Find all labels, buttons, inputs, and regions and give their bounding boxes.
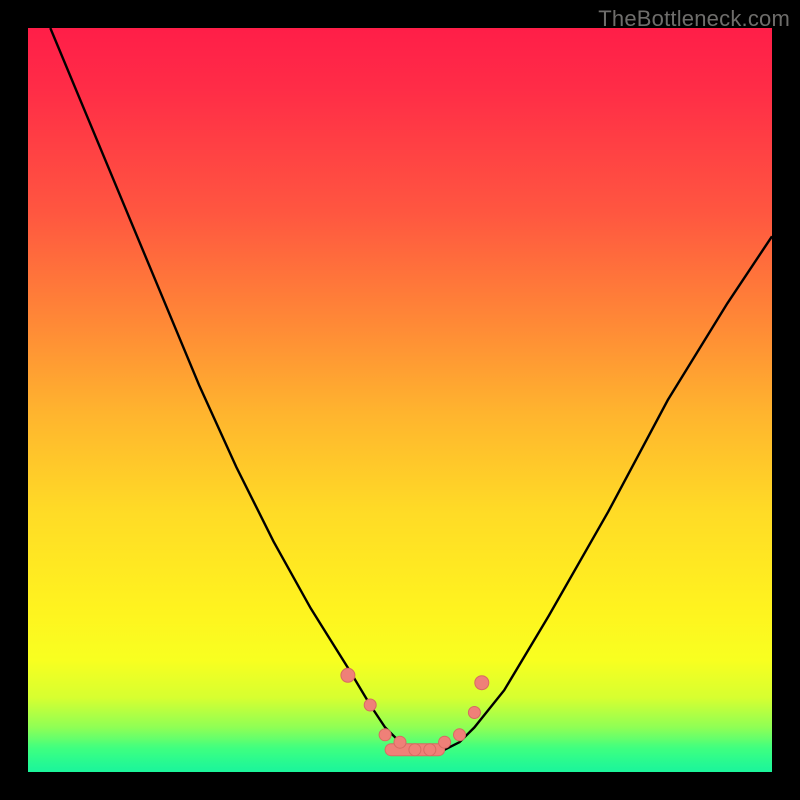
marker-point (409, 744, 421, 756)
chart-svg (28, 28, 772, 772)
bottleneck-curve-line (50, 28, 772, 750)
plot-area (28, 28, 772, 772)
marker-point (394, 736, 406, 748)
marker-point (439, 736, 451, 748)
marker-point (468, 707, 480, 719)
marker-point (341, 668, 355, 682)
marker-point (454, 729, 466, 741)
marker-point (379, 729, 391, 741)
marker-point (364, 699, 376, 711)
marker-group (341, 668, 489, 755)
marker-point (475, 676, 489, 690)
chart-frame: TheBottleneck.com (0, 0, 800, 800)
marker-point (424, 744, 436, 756)
